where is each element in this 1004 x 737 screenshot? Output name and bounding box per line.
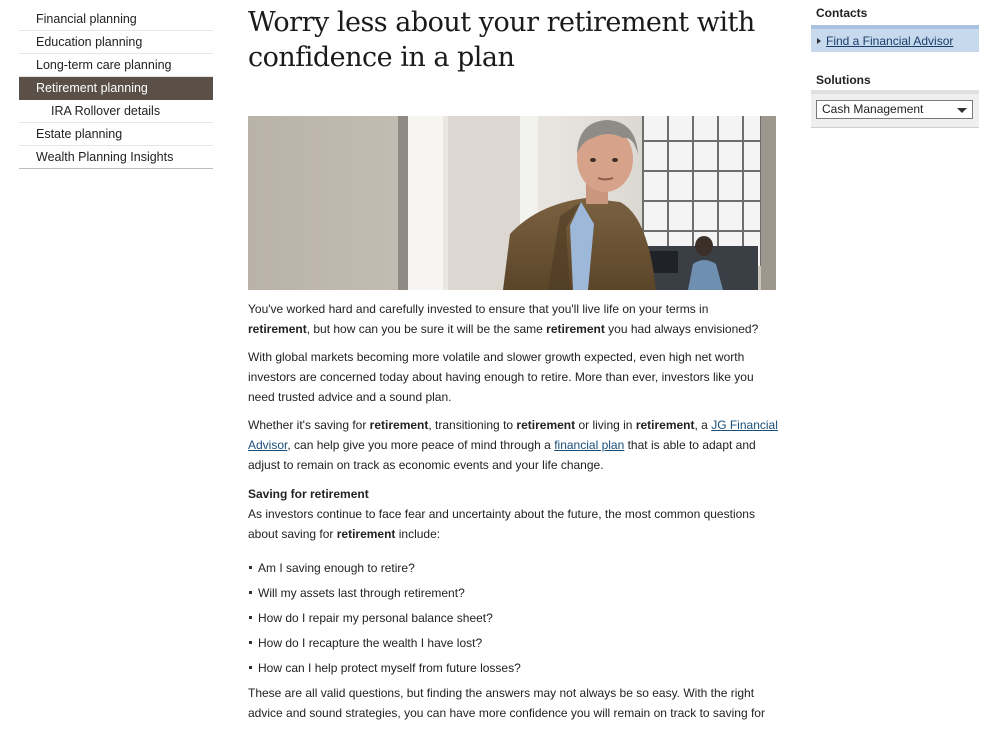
- bullet-icon: [249, 566, 252, 570]
- list-item: Will my assets last through retirement?: [248, 583, 778, 608]
- nav-item-wealth-planning-insights[interactable]: Wealth Planning Insights: [19, 146, 213, 168]
- markets-paragraph: With global markets becoming more volati…: [248, 350, 754, 404]
- advisor-bold-3: retirement: [635, 418, 695, 432]
- closing-paragraph: These are all valid questions, but findi…: [248, 686, 765, 720]
- questions-bold-1: retirement: [336, 527, 396, 541]
- section-heading-saving-for-retirement: Saving for retirement: [248, 487, 369, 501]
- page-title: Worry less about your retirement with con…: [248, 5, 778, 75]
- contacts-box: Find a Financial Advisor: [811, 25, 979, 52]
- bullet-icon: [249, 616, 252, 620]
- page-title-line1: Worry less about your retirement with: [248, 7, 755, 38]
- intro-text-1: You've worked hard and carefully investe…: [248, 302, 709, 316]
- main-content: Worry less about your retirement with con…: [248, 0, 778, 723]
- intro-bold-1: retirement: [248, 322, 307, 336]
- questions-list: Am I saving enough to retire? Will my as…: [248, 558, 778, 683]
- arrow-right-icon: [817, 38, 821, 44]
- advisor-text-5: , can help give you more peace of mind t…: [287, 438, 555, 452]
- list-item-text: How do I recapture the wealth I have los…: [258, 636, 483, 650]
- bullet-icon: [249, 641, 252, 645]
- solutions-box: Cash Management: [811, 90, 979, 128]
- solutions-heading: Solutions: [816, 73, 871, 87]
- list-item-text: How can I help protect myself from futur…: [258, 661, 521, 675]
- find-financial-advisor-link[interactable]: Find a Financial Advisor: [826, 34, 953, 48]
- advisor-text-3: or living in: [575, 418, 636, 432]
- bullet-icon: [249, 591, 252, 595]
- nav-item-estate-planning[interactable]: Estate planning: [19, 123, 213, 146]
- questions-text-2: include:: [395, 527, 441, 541]
- intro-text-2: , but how can you be sure it will be the…: [306, 322, 547, 336]
- solutions-selected-value: Cash Management: [822, 102, 924, 116]
- nav-item-education-planning[interactable]: Education planning: [19, 31, 213, 54]
- list-item: How do I repair my personal balance shee…: [248, 608, 778, 633]
- page-title-line2: confidence in a plan: [248, 42, 515, 73]
- advisor-paragraph: Whether it's saving for retirement, tran…: [248, 415, 778, 475]
- solutions-dropdown[interactable]: Cash Management: [816, 100, 973, 119]
- hero-photo: [248, 116, 776, 290]
- intro-bold-2: retirement: [546, 322, 605, 336]
- questions-text-1: As investors continue to face fear and u…: [248, 507, 755, 541]
- intro-paragraph: You've worked hard and carefully investe…: [248, 299, 778, 339]
- list-item-text: Will my assets last through retirement?: [258, 586, 465, 600]
- bullet-icon: [249, 666, 252, 670]
- advisor-text-2: , transitioning to: [428, 418, 517, 432]
- advisor-text-1: Whether it's saving for: [248, 418, 370, 432]
- advisor-text-4: , a: [694, 418, 712, 432]
- left-navigation: Financial planning Education planning Lo…: [19, 8, 213, 169]
- hero-image-man-in-office: [248, 116, 776, 290]
- nav-item-financial-planning[interactable]: Financial planning: [19, 8, 213, 31]
- list-item: How do I recapture the wealth I have los…: [248, 633, 778, 658]
- advisor-bold-1: retirement: [369, 418, 429, 432]
- contacts-heading: Contacts: [816, 6, 868, 20]
- right-sidebar: Contacts Find a Financial Advisor Soluti…: [811, 0, 979, 128]
- nav-subitem-ira-rollover-details[interactable]: IRA Rollover details: [19, 100, 213, 123]
- list-item-text: How do I repair my personal balance shee…: [258, 611, 493, 625]
- list-item: Am I saving enough to retire?: [248, 558, 778, 583]
- list-item-text: Am I saving enough to retire?: [258, 561, 415, 575]
- questions-intro-paragraph: As investors continue to face fear and u…: [248, 504, 778, 544]
- list-item: How can I help protect myself from futur…: [248, 658, 778, 683]
- nav-item-retirement-planning[interactable]: Retirement planning: [19, 77, 213, 100]
- intro-text-3: you had always envisioned?: [604, 322, 759, 336]
- nav-item-long-term-care-planning[interactable]: Long-term care planning: [19, 54, 213, 77]
- advisor-bold-2: retirement: [516, 418, 576, 432]
- financial-plan-link[interactable]: financial plan: [554, 438, 624, 452]
- chevron-down-icon: [957, 108, 967, 113]
